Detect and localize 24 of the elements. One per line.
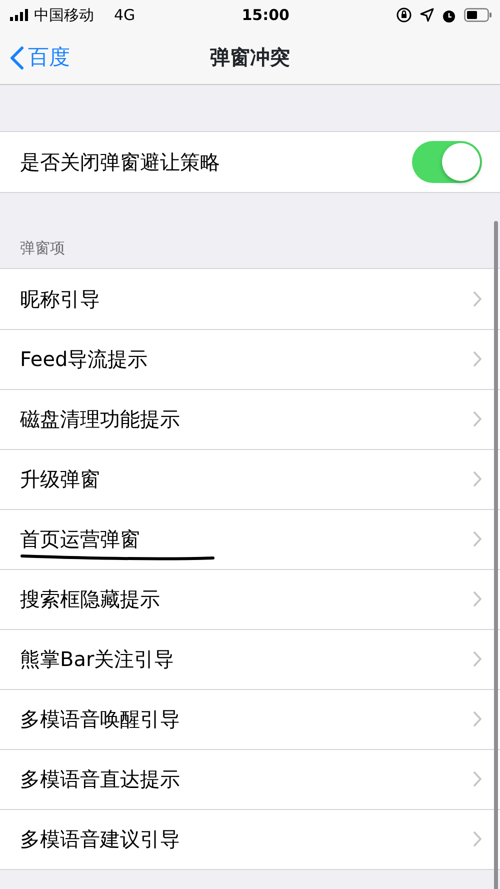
chevron-right-icon	[473, 651, 482, 667]
chevron-right-icon	[473, 831, 482, 847]
chevron-right-icon	[473, 290, 482, 306]
page-title: 弹窗冲突	[210, 44, 290, 71]
chevron-right-icon	[473, 771, 482, 787]
chevron-right-icon	[473, 531, 482, 547]
list-item[interactable]: 昵称引导	[0, 268, 500, 328]
location-icon	[420, 8, 434, 22]
chevron-right-icon	[473, 411, 482, 427]
setting-label: 是否关闭弹窗避让策略	[20, 149, 220, 176]
alarm-icon	[442, 8, 456, 22]
toggle-switch[interactable]	[412, 141, 482, 183]
carrier-name: 中国移动	[34, 4, 94, 26]
network-type: 4G	[114, 4, 136, 26]
rotation-lock-icon	[396, 7, 412, 23]
clock-time: 15:00	[242, 4, 290, 26]
section-header: 弹窗项	[19, 238, 66, 259]
chevron-right-icon	[473, 351, 482, 367]
chevron-left-icon	[10, 46, 24, 70]
signal-icon	[10, 9, 30, 21]
chevron-right-icon	[473, 471, 482, 487]
chevron-right-icon	[473, 591, 482, 607]
battery-icon	[464, 8, 492, 22]
chevron-right-icon	[473, 711, 482, 727]
